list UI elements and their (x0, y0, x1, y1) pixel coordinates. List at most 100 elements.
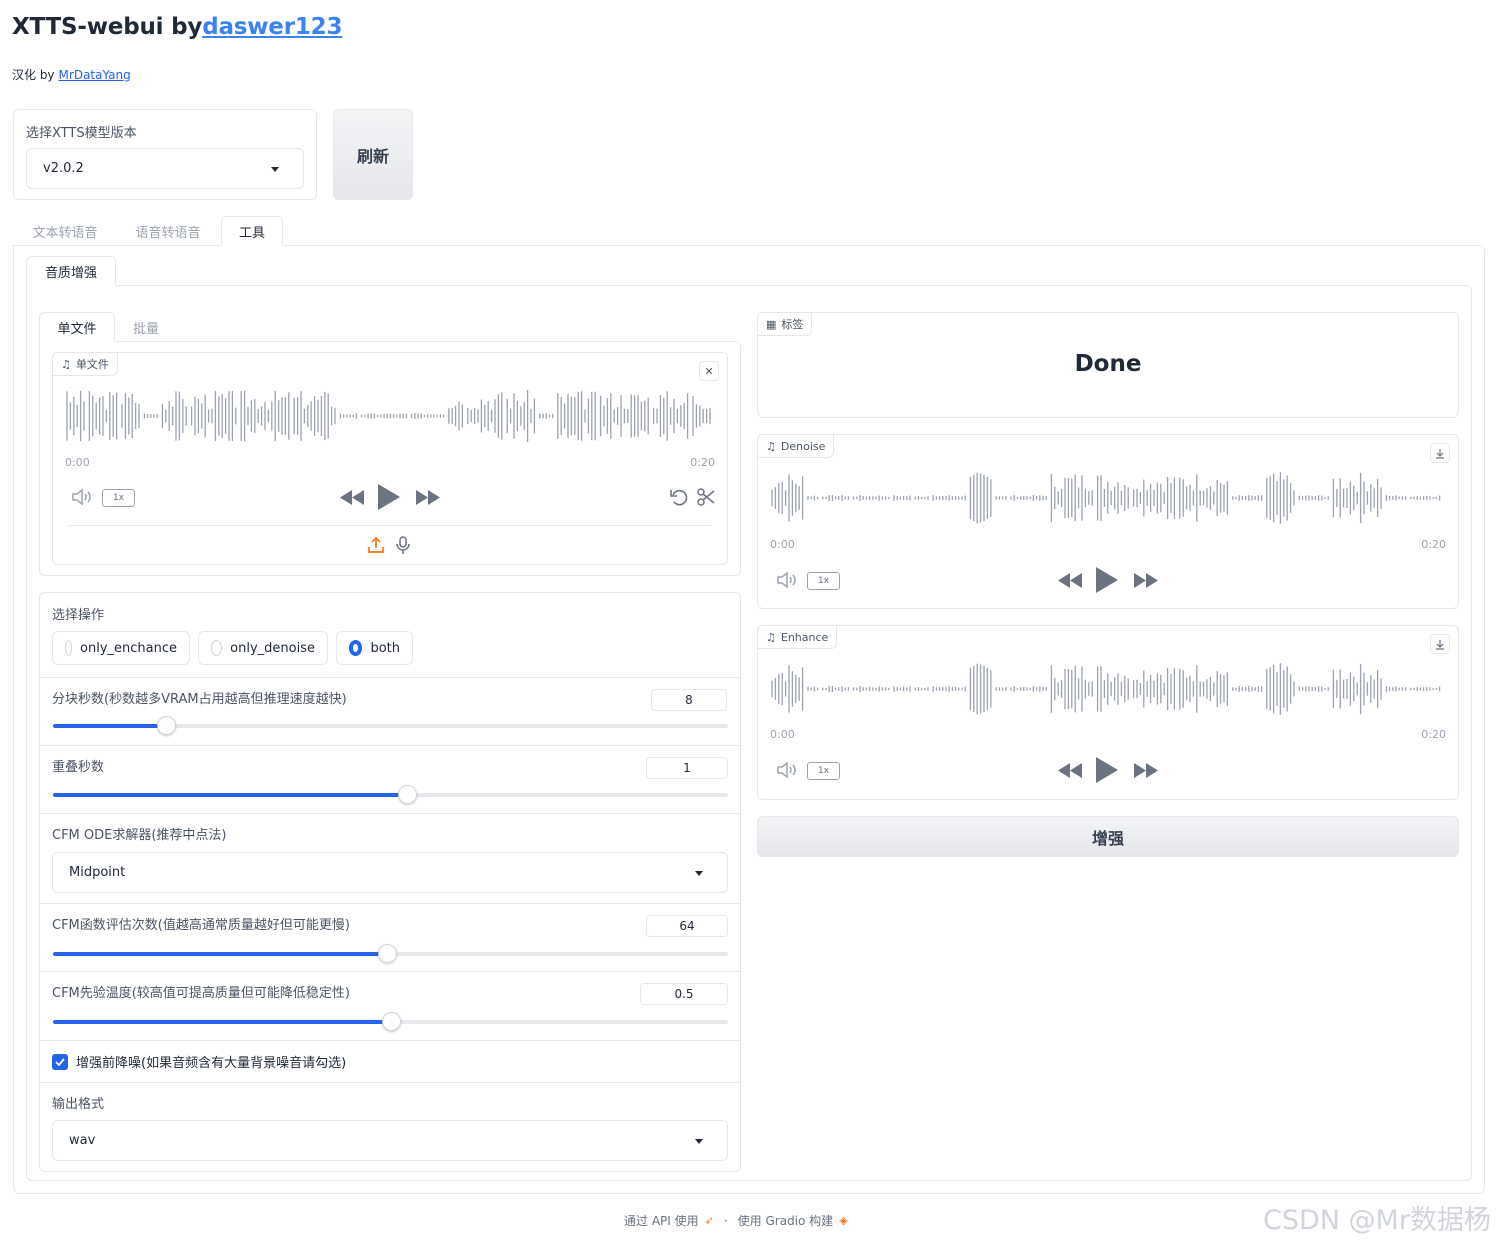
tab-text-to-speech[interactable]: 文本转语音 (20, 216, 110, 246)
input-audio: ♫ 单文件 ✕ 0:00 0:20 1x (52, 352, 728, 565)
radio-circle-selected (349, 640, 363, 656)
slider-thumb[interactable] (157, 716, 177, 735)
output-format-value: wav (69, 1133, 96, 1148)
play-icon[interactable] (1096, 567, 1118, 593)
chunk-slider[interactable] (53, 716, 728, 735)
skip-back-icon[interactable] (340, 490, 364, 505)
solver-value: Midpoint (69, 865, 126, 880)
radio-only-enchance[interactable]: only_enchance (52, 631, 190, 665)
download-button[interactable] (1430, 634, 1450, 654)
tab-audio-enhance[interactable]: 音质增强 (26, 256, 116, 286)
overlap-slider[interactable] (53, 785, 728, 804)
overlap-input[interactable]: 1 (646, 757, 728, 779)
output-format-dropdown[interactable]: wav (52, 1120, 728, 1161)
page-title: XTTS-webui bydaswer123 (12, 14, 342, 40)
volume-icon[interactable] (71, 488, 93, 506)
chunk-label: 分块秒数(秒数越多VRAM占用越高但推理速度越快) (52, 692, 347, 707)
slider-fill (53, 793, 408, 797)
chevron-down-icon (695, 870, 703, 876)
music-note-icon: ♫ (766, 630, 776, 644)
chunk-input[interactable]: 8 (651, 689, 727, 711)
play-icon[interactable] (1096, 757, 1118, 783)
gradio-logo-icon: ◈ (839, 1214, 848, 1227)
rocket-icon: ➶ (704, 1214, 714, 1227)
author-link[interactable]: daswer123 (202, 14, 342, 40)
settings-panel: 选择操作 only_enchance only_denoise both 分块秒… (39, 592, 741, 1172)
time-end: 0:20 (690, 456, 715, 469)
radio-both[interactable]: both (336, 631, 413, 665)
playback-rate-button[interactable]: 1x (807, 572, 840, 590)
slider-fill (53, 724, 167, 728)
divider (40, 1082, 740, 1083)
volume-icon[interactable] (776, 761, 798, 779)
skip-forward-icon[interactable] (1134, 763, 1158, 778)
slider-thumb[interactable] (378, 944, 398, 963)
skip-back-icon[interactable] (1058, 763, 1082, 778)
denoise-audio-label: ♫ Denoise (757, 434, 835, 458)
time-end: 0:20 (1421, 728, 1446, 741)
footer-separator: · (723, 1213, 728, 1228)
tab-tools[interactable]: 工具 (221, 216, 283, 246)
denoise-checkbox-row[interactable]: 增强前降噪(如果音频含有大量背景噪音请勾选) (52, 1052, 346, 1071)
playback-rate-button[interactable]: 1x (102, 489, 135, 507)
tau-input[interactable]: 0.5 (640, 983, 728, 1005)
input-waveform[interactable] (65, 389, 715, 443)
radio-only-denoise[interactable]: only_denoise (198, 631, 328, 665)
status-value: Done (1074, 351, 1142, 377)
upload-icon[interactable] (367, 536, 385, 554)
model-version-dropdown[interactable]: v2.0.2 (26, 148, 304, 189)
scissors-icon[interactable] (696, 487, 716, 507)
slider-thumb[interactable] (381, 1012, 401, 1031)
nfe-input[interactable]: 64 (646, 915, 728, 937)
translator-link[interactable]: MrDataYang (59, 68, 131, 82)
enhance-audio-label: ♫ Enhance (757, 625, 838, 649)
divider (40, 677, 740, 678)
check-icon (55, 1057, 65, 1066)
undo-icon[interactable] (669, 487, 689, 507)
overlap-label: 重叠秒数 (52, 760, 105, 775)
denoise-audio: ♫ Denoise 0:00 0:20 1x (757, 434, 1459, 609)
subtitle-text: 汉化 by (12, 68, 55, 82)
checkbox-checked[interactable] (52, 1053, 68, 1070)
playback-rate-button[interactable]: 1x (807, 762, 840, 780)
tab-single-file[interactable]: 单文件 (39, 312, 115, 342)
divider (40, 971, 740, 972)
radio-circle (65, 640, 73, 656)
volume-icon[interactable] (776, 571, 798, 589)
clear-audio-button[interactable]: ✕ (699, 361, 719, 381)
divider (69, 525, 711, 526)
api-link[interactable]: 通过 API 使用 (624, 1212, 699, 1229)
play-icon[interactable] (378, 484, 400, 510)
slider-thumb[interactable] (398, 785, 418, 804)
music-note-icon: ♫ (766, 439, 776, 453)
nfe-slider[interactable] (53, 944, 728, 963)
slider-fill (53, 1020, 391, 1024)
footer: 通过 API 使用 ➶ · 使用 Gradio 构建 ◈ (624, 1212, 848, 1229)
time-start: 0:00 (65, 456, 90, 469)
divider (40, 813, 740, 814)
time-start: 0:00 (770, 538, 795, 551)
refresh-button[interactable]: 刷新 (333, 109, 413, 200)
music-note-icon: ♫ (61, 357, 71, 371)
model-version-panel: 选择XTTS模型版本 v2.0.2 (13, 109, 317, 200)
status-label: ▦ 标签 (757, 312, 813, 336)
solver-label: CFM ODE求解器(推荐中点法) (52, 828, 227, 843)
skip-back-icon[interactable] (1058, 573, 1082, 588)
enhance-button[interactable]: 增强 (757, 816, 1459, 857)
watermark: CSDN @Mr数据杨 (1263, 1205, 1491, 1236)
tau-slider[interactable] (53, 1012, 728, 1031)
skip-forward-icon[interactable] (1134, 573, 1158, 588)
download-button[interactable] (1430, 443, 1450, 463)
tab-speech-to-speech[interactable]: 语音转语音 (123, 216, 213, 246)
divider (40, 745, 740, 746)
skip-forward-icon[interactable] (416, 490, 440, 505)
time-end: 0:20 (1421, 538, 1446, 551)
microphone-icon[interactable] (395, 536, 411, 555)
enhance-waveform[interactable] (770, 662, 1446, 716)
nfe-label: CFM函数评估次数(值越高通常质量越好但可能更慢) (52, 918, 350, 933)
tab-batch[interactable]: 批量 (120, 312, 172, 342)
denoise-waveform[interactable] (770, 471, 1446, 525)
gradio-link[interactable]: 使用 Gradio 构建 (738, 1212, 834, 1229)
solver-dropdown[interactable]: Midpoint (52, 852, 728, 893)
download-icon (1436, 639, 1444, 650)
